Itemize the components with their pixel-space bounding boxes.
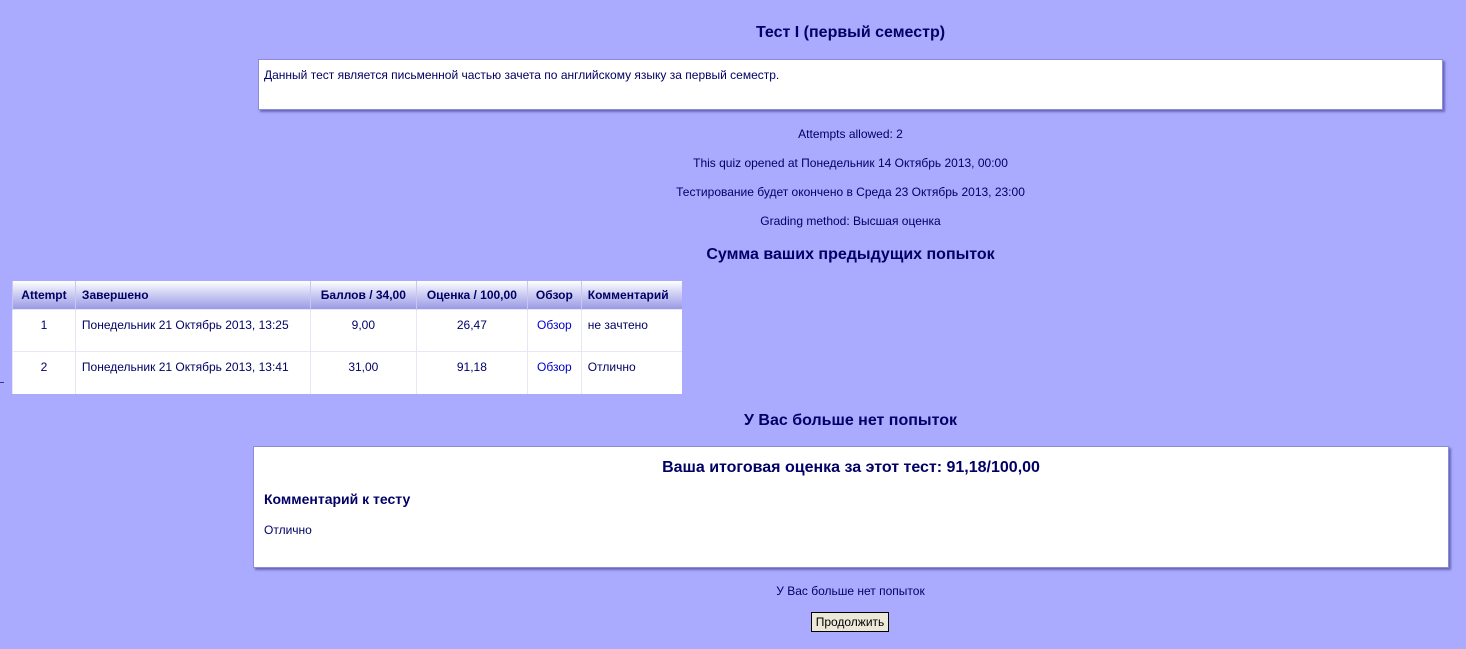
feedback-heading: Комментарий к тесту <box>264 491 411 507</box>
final-result-box: Ваша итоговая оценка за этот тест: 91,18… <box>253 446 1449 568</box>
review-link[interactable]: Обзор <box>537 360 572 374</box>
column-completed: Завершено <box>74 281 311 310</box>
attempt-completed: Понедельник 21 Октябрь 2013, 13:25 <box>74 309 311 352</box>
grading-method: Grading method: Высшая оценка <box>760 214 941 228</box>
feedback-text: Отлично <box>264 523 312 537</box>
column-review: Обзор <box>526 281 582 310</box>
quiz-title: Тест I (первый семестр) <box>755 24 946 41</box>
column-marks: Баллов / 34,00 <box>309 281 417 310</box>
no-more-attempts-heading: У Вас больше нет попыток <box>744 412 957 429</box>
attempts-allowed: Attempts allowed: 2 <box>798 127 903 141</box>
quiz-intro-box: Данный тест является письменной частью з… <box>258 59 1443 110</box>
attempt-completed: Понедельник 21 Октябрь 2013, 13:41 <box>74 351 311 394</box>
review-link[interactable]: Обзор <box>537 318 572 332</box>
no-more-attempts-message: У Вас больше нет попыток <box>776 584 925 598</box>
left-edge-marker <box>0 372 4 383</box>
attempt-marks: 31,00 <box>309 351 417 394</box>
attempt-grade: 91,18 <box>415 351 528 394</box>
continue-button[interactable]: Продолжить <box>811 612 889 632</box>
quiz-intro-text: Данный тест является письменной частью з… <box>264 68 780 82</box>
attempts-summary-heading: Сумма ваших предыдущих попыток <box>706 246 995 263</box>
quiz-open-date: This quiz opened at Понедельник 14 Октяб… <box>693 156 1008 170</box>
attempt-grade: 26,47 <box>415 309 528 352</box>
attempt-number: 1 <box>12 309 76 352</box>
column-grade: Оценка / 100,00 <box>415 281 528 310</box>
final-grade: Ваша итоговая оценка за этот тест: 91,18… <box>662 459 1040 476</box>
column-feedback: Комментарий <box>580 281 682 310</box>
column-attempt: Attempt <box>12 281 76 310</box>
attempt-marks: 9,00 <box>309 309 417 352</box>
table-row: 2 Понедельник 21 Октябрь 2013, 13:41 31,… <box>12 351 682 394</box>
attempt-feedback: Отлично <box>580 351 682 394</box>
table-row: 1 Понедельник 21 Октябрь 2013, 13:25 9,0… <box>12 309 682 352</box>
attempt-feedback: не зачтено <box>580 309 682 352</box>
attempt-number: 2 <box>12 351 76 394</box>
quiz-close-date: Тестирование будет окончено в Среда 23 О… <box>676 185 1025 199</box>
table-header-row: Attempt Завершено Баллов / 34,00 Оценка … <box>12 281 682 310</box>
attempts-table: Attempt Завершено Баллов / 34,00 Оценка … <box>12 281 682 394</box>
